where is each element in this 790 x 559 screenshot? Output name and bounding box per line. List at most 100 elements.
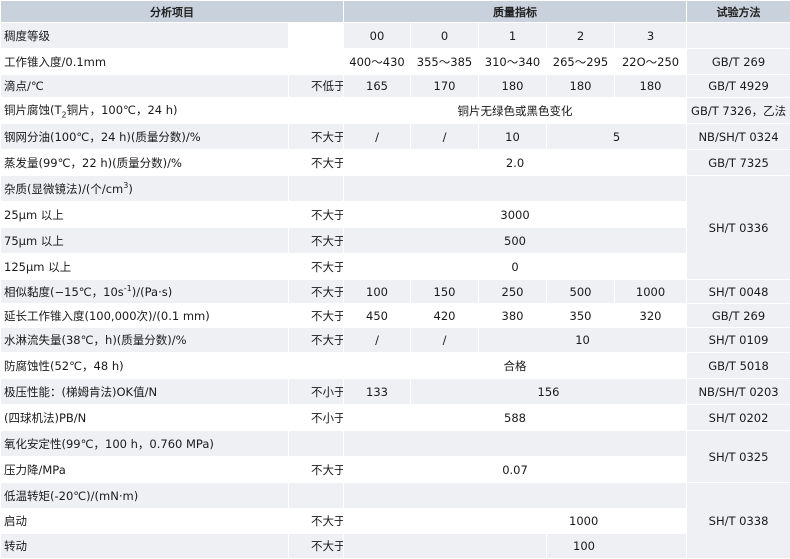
cell-value: 1 <box>479 23 547 49</box>
test-method: GB/T 5018 <box>687 353 790 379</box>
row-penetration: 工作锥入度/0.1mm 400～430 355～385 310～340 265～… <box>1 49 790 75</box>
test-method: SH/T 0338 <box>687 483 790 559</box>
cell-value: 150 <box>411 280 479 304</box>
cell-value: / <box>411 328 479 353</box>
test-method: SH/T 0109 <box>687 328 790 353</box>
row-grade: 稠度等级 00 0 1 2 3 <box>1 23 790 49</box>
cell-value: 320 <box>615 304 687 328</box>
row-water-washout: 水淋流失量(38℃，h)(质量分数)/% 不大于 / / 10 SH/T 010… <box>1 328 790 353</box>
row-label: 氧化安定性(99℃，100 h，0.760 MPa) <box>1 431 289 457</box>
cell-value: 170 <box>411 75 479 98</box>
row-label: 延长工作锥入度(100,000次)/(0.1 mm) <box>1 304 289 328</box>
row-torque-start: 启动 不大于 1000 <box>1 509 790 534</box>
cell-value: 500 <box>344 228 687 254</box>
row-torque-run: 转动 不大于 100 <box>1 534 790 559</box>
row-label: 相似黏度(−15℃，10s-1)/(Pa·s) <box>1 280 289 304</box>
cell-value: 400～430 <box>344 49 411 75</box>
cell-value: 合格 <box>344 353 687 379</box>
cell-value: 180 <box>547 75 615 98</box>
cell-value: 10 <box>479 124 547 150</box>
cell-value: 2.0 <box>344 150 687 176</box>
row-qualifier: 不大于 <box>289 328 344 353</box>
row-qualifier: 不大于 <box>289 150 344 176</box>
cell-value: 0.07 <box>344 457 687 483</box>
test-method: GB/T 269 <box>687 304 790 328</box>
cell-value: 355～385 <box>411 49 479 75</box>
cell-value: 350 <box>547 304 615 328</box>
cell-value: 500 <box>547 280 615 304</box>
row-label: 125μm 以上 <box>1 254 289 280</box>
row-qualifier: 不大于 <box>289 457 344 483</box>
row-label: 防腐蚀性(52℃，48 h) <box>1 353 289 379</box>
row-pressure-drop: 压力降/MPa 不大于 0.07 <box>1 457 790 483</box>
cell-value: 2 <box>547 23 615 49</box>
cell-value: 0 <box>411 23 479 49</box>
cell-value: / <box>344 328 411 353</box>
cell-value: 10 <box>479 328 687 353</box>
test-method: NB/SH/T 0324 <box>687 124 790 150</box>
cell-value: 265～295 <box>547 49 615 75</box>
row-qualifier: 不大于 <box>289 202 344 228</box>
row-label: 铜片腐蚀(T2铜片，100℃，24 h) <box>1 98 289 124</box>
row-label: 压力降/MPa <box>1 457 289 483</box>
row-oxidation: 氧化安定性(99℃，100 h，0.760 MPa) SH/T 0325 <box>1 431 790 457</box>
row-qualifier: 不大于 <box>289 280 344 304</box>
row-impurity-25: 25μm 以上 不大于 3000 <box>1 202 790 228</box>
row-label: 稠度等级 <box>1 23 289 49</box>
cell-value: 420 <box>411 304 479 328</box>
row-label: 杂质(显微镜法)/(个/cm3) <box>1 176 289 202</box>
row-label: 极压性能：(梯姆肯法)OK值/N <box>1 379 289 405</box>
row-qualifier: 不大于 <box>289 254 344 280</box>
test-method: GB/T 7326，乙法 <box>687 98 790 124</box>
cell-value: 380 <box>479 304 547 328</box>
row-impurity-125: 125μm 以上 不大于 0 <box>1 254 790 280</box>
row-label: (四球机法)PB/N <box>1 405 289 431</box>
row-evaporation: 蒸发量(99℃，22 h)(质量分数)/% 不大于 2.0 GB/T 7325 <box>1 150 790 176</box>
grease-spec-table: 分析项目 质量指标 试验方法 稠度等级 00 0 1 2 3 工作锥入度/0.1… <box>0 0 790 559</box>
row-impurity-75: 75μm 以上 不大于 500 <box>1 228 790 254</box>
cell-value: / <box>411 124 479 150</box>
test-method: SH/T 0202 <box>687 405 790 431</box>
row-qualifier: 不大于 <box>289 124 344 150</box>
row-qualifier: 不大于 <box>289 228 344 254</box>
test-method: GB/T 7325 <box>687 150 790 176</box>
row-copper-corrosion: 铜片腐蚀(T2铜片，100℃，24 h) 铜片无绿色或黑色变化 GB/T 732… <box>1 98 790 124</box>
cell-value: 0 <box>344 254 687 280</box>
row-qualifier: 不大于 <box>289 509 344 534</box>
row-rust-prevention: 防腐蚀性(52℃，48 h) 合格 GB/T 5018 <box>1 353 790 379</box>
cell-value: 1000 <box>547 509 687 534</box>
row-oil-separation: 钢网分油(100℃，24 h)(质量分数)/% 不大于 / / 10 5 NB/… <box>1 124 790 150</box>
row-label: 低温转矩(-20℃)/(mN·m) <box>1 483 289 509</box>
test-method: GB/T 4929 <box>687 75 790 98</box>
cell-value: 180 <box>615 75 687 98</box>
cell-value: 1000 <box>615 280 687 304</box>
row-label: 工作锥入度/0.1mm <box>1 49 289 75</box>
cell-value: 3 <box>615 23 687 49</box>
cell-value: 156 <box>411 379 687 405</box>
cell-value: 5 <box>547 124 687 150</box>
row-ep-ok-value: 极压性能：(梯姆肯法)OK值/N 不小于 133 156 NB/SH/T 020… <box>1 379 790 405</box>
cell-value: 00 <box>344 23 411 49</box>
row-label: 蒸发量(99℃，22 h)(质量分数)/% <box>1 150 289 176</box>
cell-value: 100 <box>344 280 411 304</box>
test-method: GB/T 269 <box>687 49 790 75</box>
cell-value: 100 <box>547 534 687 559</box>
test-method: NB/SH/T 0203 <box>687 379 790 405</box>
row-viscosity: 相似黏度(−15℃，10s-1)/(Pa·s) 不大于 100 150 250 … <box>1 280 790 304</box>
cell-value: 133 <box>344 379 411 405</box>
cell-value: 3000 <box>344 202 687 228</box>
cell-value: 22O～250 <box>615 49 687 75</box>
row-qualifier: 不小于 <box>289 379 344 405</box>
row-label: 水淋流失量(38℃，h)(质量分数)/% <box>1 328 289 353</box>
row-label: 启动 <box>1 509 289 534</box>
cell-value: 铜片无绿色或黑色变化 <box>344 98 687 124</box>
row-label: 转动 <box>1 534 289 559</box>
cell-value: 165 <box>344 75 411 98</box>
row-dropping-point: 滴点/℃ 不低于 165 170 180 180 180 GB/T 4929 <box>1 75 790 98</box>
header-spec: 质量指标 <box>344 1 687 23</box>
row-label: 滴点/℃ <box>1 75 289 98</box>
test-method: SH/T 0325 <box>687 431 790 483</box>
row-extended-penetration: 延长工作锥入度(100,000次)/(0.1 mm) 不大于 450 420 3… <box>1 304 790 328</box>
row-label: 钢网分油(100℃，24 h)(质量分数)/% <box>1 124 289 150</box>
cell-value: 180 <box>479 75 547 98</box>
